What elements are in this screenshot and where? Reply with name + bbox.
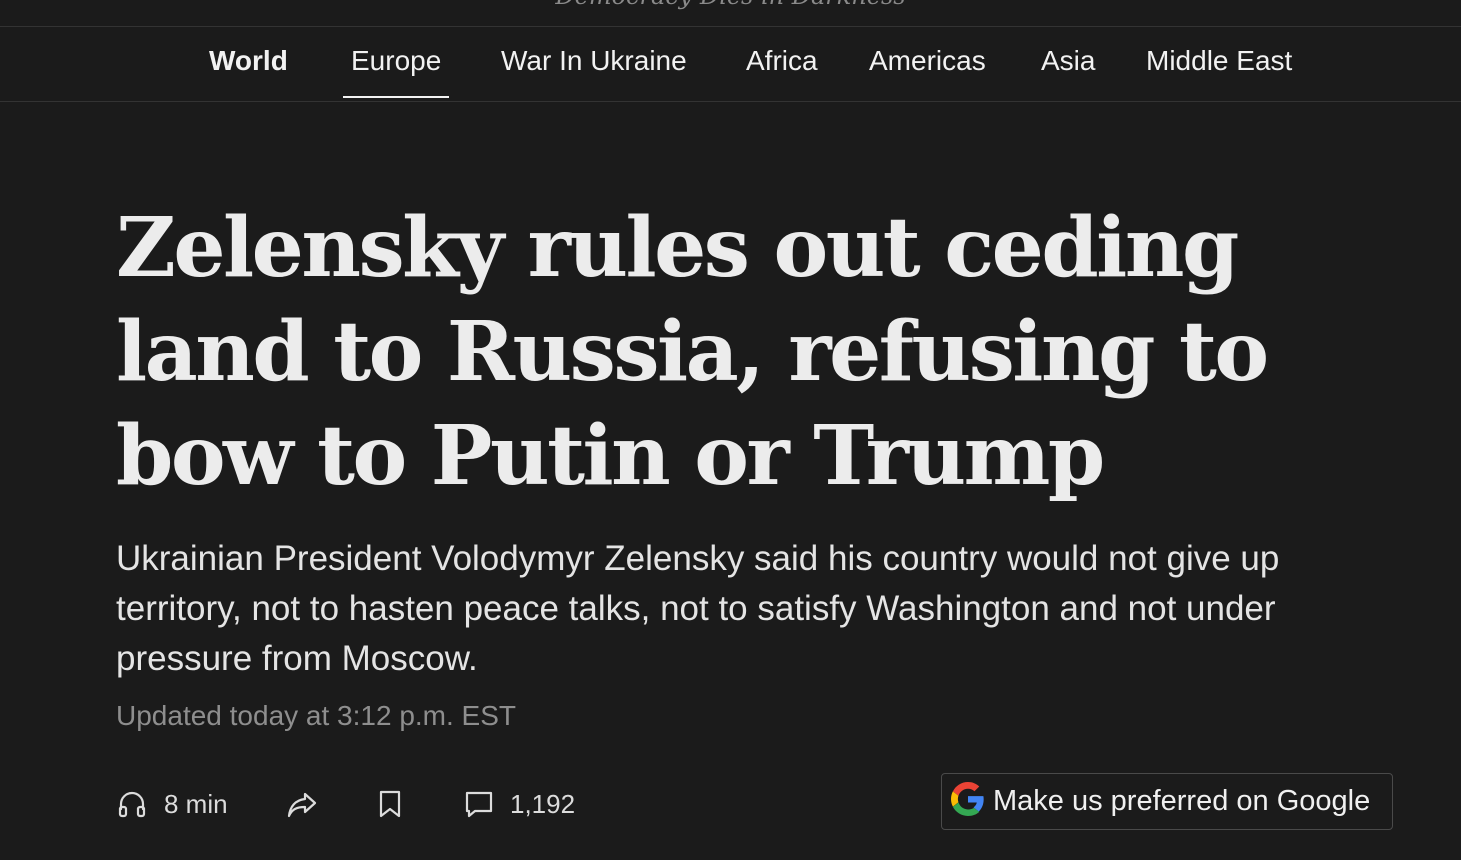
nav-item-world[interactable]: World: [209, 45, 288, 101]
nav-item-asia[interactable]: Asia: [1041, 45, 1095, 101]
nav-item-war-in-ukraine[interactable]: War In Ukraine: [501, 45, 687, 101]
headphones-icon: [116, 788, 148, 820]
comments-count: 1,192: [510, 788, 576, 819]
comment-bubble-icon: [464, 788, 494, 820]
share-arrow-icon: [285, 788, 319, 820]
bookmark-icon: [377, 788, 403, 820]
nav-item-americas[interactable]: Americas: [869, 45, 986, 101]
comments-button[interactable]: 1,192: [464, 784, 575, 824]
google-preferred-label: Make us preferred on Google: [993, 785, 1371, 817]
masthead-slogan: Democracy Dies in Darkness: [0, 0, 1461, 10]
share-button[interactable]: [285, 784, 319, 824]
google-preferred-button[interactable]: Make us preferred on Google: [941, 773, 1393, 830]
google-g-icon: [951, 782, 985, 821]
save-button[interactable]: [377, 784, 403, 824]
masthead-strip: Democracy Dies in Darkness: [0, 0, 1461, 27]
nav-item-europe[interactable]: Europe: [342, 45, 450, 101]
article-dek: Ukrainian President Volodymyr Zelensky s…: [116, 539, 1280, 678]
nav-item-africa[interactable]: Africa: [746, 45, 818, 101]
updated-timestamp: Updated today at 3:12 p.m. EST: [116, 700, 517, 731]
article-headline: Zelensky rules out ceding land to Russia…: [116, 200, 1269, 504]
nav-item-middle-east[interactable]: Middle East: [1146, 45, 1292, 101]
listen-duration: 8 min: [164, 788, 228, 819]
listen-button[interactable]: 8 min: [116, 784, 228, 824]
section-nav: World Europe War In Ukraine Africa Ameri…: [0, 27, 1461, 102]
